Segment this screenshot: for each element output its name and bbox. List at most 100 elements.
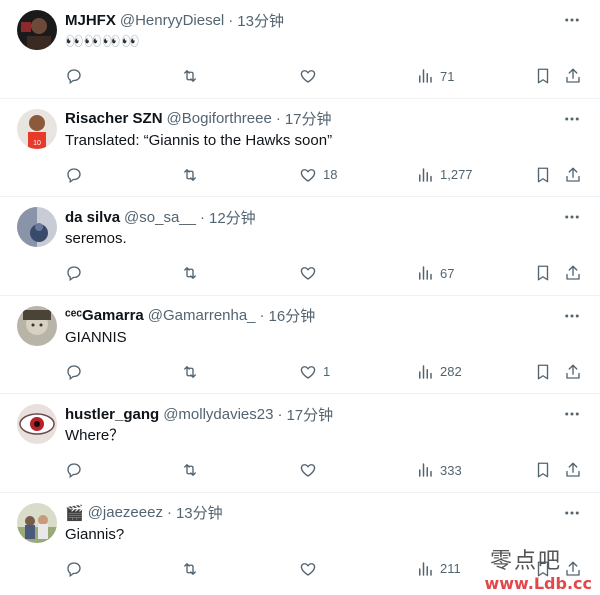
reply-button[interactable] [65,263,83,283]
timestamp[interactable]: 17分钟 [286,404,333,425]
user-handle[interactable]: @Bogiforthreee [167,110,272,127]
tweet-header: 🎬 @jaezeeez · 13分钟 [65,503,560,523]
display-name[interactable]: MJHFX [65,12,116,29]
display-name[interactable]: da silva [65,209,120,226]
display-name[interactable]: hustler_gang [65,406,159,423]
more-options-icon[interactable] [562,503,582,523]
retweet-icon [181,264,199,282]
retweet-button[interactable] [181,559,199,579]
bookmark-button[interactable] [534,165,552,185]
bookmark-button[interactable] [534,263,552,283]
retweet-icon [181,166,199,184]
tweet-card[interactable]: MJHFX @HenryyDiesel · 13分钟 👀👀👀👀 71 [0,0,600,99]
tweet-card[interactable]: da silva @so_sa__ · 12分钟 seremos. 67 [0,197,600,296]
retweet-icon [181,560,199,578]
display-name[interactable]: Risacher SZN [65,110,163,127]
reply-button[interactable] [65,165,83,185]
views-button[interactable]: 282 [416,362,462,382]
avatar[interactable] [17,502,57,543]
like-button[interactable] [299,263,323,283]
reply-button[interactable] [65,460,83,480]
tweet-card[interactable]: ᶜᵉᶜGamarra @Gamarrenha_ · 16分钟 GIANNIS 1… [0,296,600,395]
views-chart-icon [416,461,434,479]
views-chart-icon [416,560,434,578]
view-count: 333 [440,462,462,478]
more-options-icon[interactable] [562,306,582,326]
like-button[interactable]: 18 [299,165,337,185]
like-button[interactable] [299,66,323,86]
separator-dot: · [228,11,234,29]
reply-button[interactable] [65,559,83,579]
separator-dot: · [275,110,281,128]
bookmark-button[interactable] [534,460,552,480]
user-handle[interactable]: @mollydavies23 [163,406,273,423]
timestamp[interactable]: 16分钟 [269,305,316,326]
share-button[interactable] [564,66,582,86]
bookmark-icon [534,166,552,184]
user-handle[interactable]: @so_sa__ [124,209,196,226]
retweet-button[interactable] [181,165,199,185]
separator-dot: · [277,405,283,423]
more-options-icon[interactable] [562,404,582,424]
tweet-header: da silva @so_sa__ · 12分钟 [65,207,560,227]
avatar[interactable] [17,207,57,248]
views-button[interactable]: 1,277 [416,165,473,185]
like-button[interactable] [299,559,323,579]
avatar[interactable] [17,404,57,445]
retweet-button[interactable] [181,362,199,382]
display-name[interactable]: ᶜᵉᶜGamarra [65,307,144,324]
user-handle[interactable]: @Gamarrenha_ [148,307,256,324]
retweet-button[interactable] [181,460,199,480]
like-count: 1 [323,364,331,380]
like-button[interactable] [299,460,323,480]
user-handle[interactable]: @jaezeeez [88,504,163,521]
tweet-actions: 71 [64,66,584,86]
retweet-icon [181,461,199,479]
bookmark-icon [534,67,552,85]
tweet-actions: 18 1,277 [64,165,584,185]
timestamp[interactable]: 13分钟 [237,10,284,31]
tweet-card[interactable]: hustler_gang @mollydavies23 · 17分钟 Where… [0,394,600,493]
retweet-icon [181,363,199,381]
tweet-actions: 67 [64,263,584,283]
tweet-text: GIANNIS [65,328,127,346]
view-count: 282 [440,364,462,380]
share-button[interactable] [564,460,582,480]
reply-icon [65,264,83,282]
views-button[interactable]: 71 [416,66,454,86]
more-options-icon[interactable] [562,10,582,30]
retweet-button[interactable] [181,263,199,283]
views-button[interactable]: 211 [416,559,461,579]
avatar[interactable] [17,305,57,346]
tweet-card[interactable]: 10 Risacher SZN @Bogiforthreee · 17分钟 Tr… [0,99,600,198]
tweet-header: Risacher SZN @Bogiforthreee · 17分钟 [65,109,560,129]
avatar[interactable] [17,10,57,50]
bookmark-button[interactable] [534,362,552,382]
display-name[interactable]: 🎬 [65,504,84,522]
views-button[interactable]: 67 [416,263,454,283]
avatar[interactable]: 10 [17,108,57,149]
reply-button[interactable] [65,66,83,86]
tweet-text: Where？ [65,427,125,445]
timestamp[interactable]: 13分钟 [176,502,223,523]
share-button[interactable] [564,263,582,283]
views-chart-icon [416,264,434,282]
user-handle[interactable]: @HenryyDiesel [120,12,224,29]
share-icon [564,264,582,282]
tweet-text: seremos. [65,230,127,248]
retweet-button[interactable] [181,66,199,86]
more-options-icon[interactable] [562,109,582,129]
heart-icon [299,166,317,184]
timestamp[interactable]: 12分钟 [209,207,256,228]
like-button[interactable]: 1 [299,362,330,382]
share-button[interactable] [564,362,582,382]
reply-icon [65,67,83,85]
more-options-icon[interactable] [562,207,582,227]
reply-button[interactable] [65,362,83,382]
share-button[interactable] [564,165,582,185]
like-count: 18 [323,167,338,183]
views-button[interactable]: 333 [416,460,462,480]
bookmark-button[interactable] [534,66,552,86]
tweet-text: 👀👀👀👀 [65,33,140,50]
timestamp[interactable]: 17分钟 [285,108,332,129]
